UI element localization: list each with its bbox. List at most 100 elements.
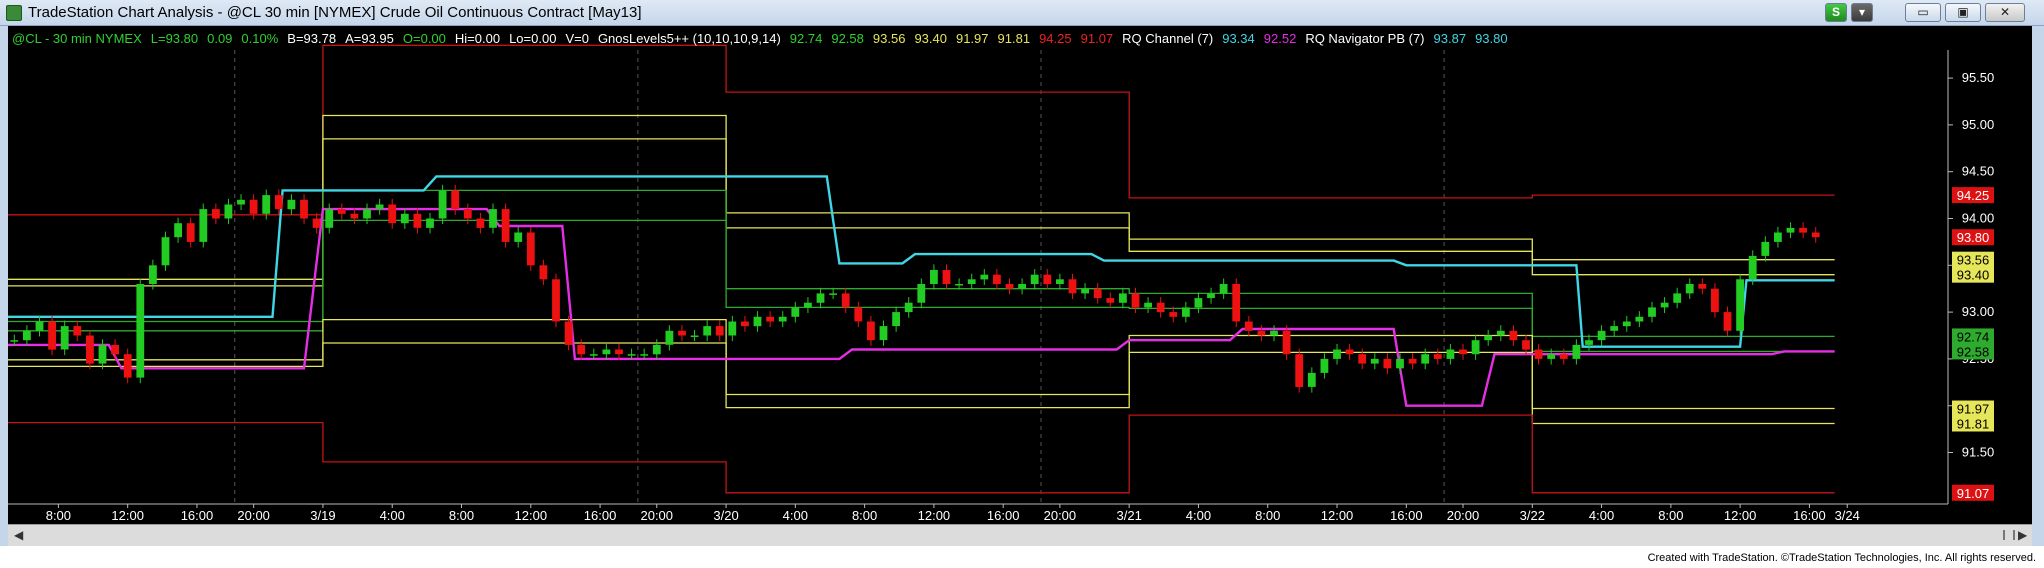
candle-body [1219, 284, 1228, 294]
candle-body [489, 209, 497, 228]
candle-body [1345, 349, 1354, 355]
candle-body [741, 321, 749, 327]
candle-body [892, 312, 900, 327]
info-item: L=93.80 [151, 31, 198, 46]
price-tag-label: 91.97 [1957, 402, 1990, 417]
candle-body [879, 326, 888, 341]
candle-body [1131, 293, 1140, 308]
candle-body [1786, 227, 1795, 233]
candle-body [337, 209, 346, 214]
candle-body [1723, 312, 1732, 331]
candle-body [993, 274, 1001, 285]
info-item: @CL - 30 min NYMEX [12, 31, 142, 46]
minimize-icon[interactable]: ▭ [1905, 3, 1941, 22]
candle-body [1459, 349, 1467, 355]
candle-body [930, 270, 938, 284]
candle-body [1736, 279, 1744, 331]
candle-body [1660, 302, 1669, 308]
info-item: GnosLevels5++ (10,10,10,9,14) [598, 31, 781, 46]
candle-body [1635, 316, 1644, 322]
candle-body [426, 218, 434, 228]
x-tick-label: 8:00 [449, 508, 474, 523]
candle-body [1005, 284, 1014, 289]
candle-body [804, 302, 812, 308]
candle-body [363, 209, 371, 219]
candle-body [300, 199, 308, 219]
candle-body [350, 213, 359, 219]
price-tag-label: 93.56 [1957, 253, 1990, 268]
price-tag-label: 94.25 [1957, 188, 1990, 203]
candle-body [1144, 302, 1152, 308]
price-tag-label: 93.80 [1957, 230, 1990, 245]
candle-body [728, 321, 737, 336]
candle-body [791, 307, 800, 317]
candle-body [841, 293, 850, 308]
y-tick-label: 94.00 [1962, 210, 1995, 225]
candle-body [136, 284, 145, 378]
candle-body [1433, 354, 1442, 359]
candle-body [413, 213, 422, 228]
info-item: 91.07 [1081, 31, 1114, 46]
candle-body [1471, 340, 1480, 355]
candle-body [854, 307, 863, 322]
chart-area[interactable]: 95.5095.0094.5094.0093.5093.0092.5092.00… [8, 26, 2032, 524]
candle-body [1711, 288, 1719, 313]
candle-body [73, 326, 82, 336]
x-tick-label: 12:00 [1321, 508, 1354, 523]
footer-copyright: Created with TradeStation. ©TradeStation… [1647, 552, 2036, 564]
x-tick-label: 3/21 [1117, 508, 1142, 523]
x-tick-label: 16:00 [1390, 508, 1423, 523]
horizontal-scrollbar[interactable]: ◀ ▶ [8, 524, 2032, 546]
candle-body [602, 349, 611, 355]
candle-body [388, 204, 397, 224]
scroll-left-icon[interactable]: ◀ [14, 528, 23, 542]
candle-body [1282, 330, 1291, 355]
candle-body [980, 274, 989, 280]
candle-body [1622, 321, 1631, 327]
candle-body [1484, 335, 1493, 341]
candle-body [1056, 279, 1064, 284]
scroll-right-icon[interactable]: ▶ [2018, 528, 2027, 542]
candle-body [1295, 354, 1304, 387]
price-tag-label: 92.58 [1957, 344, 1990, 359]
candle-body [1358, 354, 1367, 364]
strategy-s-button[interactable]: S [1825, 3, 1847, 22]
candle-body [224, 204, 233, 219]
candle-body [917, 284, 926, 303]
title-bar: TradeStation Chart Analysis - @CL 30 min… [0, 0, 2044, 26]
candle-body [325, 209, 334, 228]
candle-body [274, 195, 283, 210]
x-tick-label: 12:00 [111, 508, 144, 523]
candle-body [1610, 326, 1619, 331]
candle-body [1081, 288, 1089, 294]
candle-body [23, 330, 31, 341]
candle-body [98, 344, 107, 364]
candle-body [1232, 284, 1241, 322]
candle-body [627, 354, 636, 356]
candle-body [1207, 293, 1215, 299]
info-item: O=0.00 [403, 31, 446, 46]
x-tick-label: 4:00 [783, 508, 808, 523]
candle-body [1547, 354, 1556, 359]
candle-body [552, 279, 560, 322]
maximize-icon[interactable]: ▣ [1945, 3, 1981, 22]
candle-body [476, 218, 485, 228]
candle-body [753, 316, 762, 327]
candle-body [60, 326, 69, 350]
candle-body [1018, 284, 1026, 289]
candle-body [212, 209, 220, 219]
window-frame-left [0, 26, 8, 546]
candle-body [1257, 330, 1266, 336]
candle-body [312, 218, 321, 228]
candle-body [1748, 255, 1757, 280]
window-menu-icon[interactable]: ▾ [1851, 3, 1873, 22]
price-tag-label: 92.74 [1957, 329, 1990, 344]
price-chart[interactable]: 95.5095.0094.5094.0093.5093.0092.5092.00… [8, 26, 2032, 524]
info-item: Hi=0.00 [455, 31, 500, 46]
candle-body [1648, 307, 1656, 317]
price-tag-label: 91.81 [1957, 416, 1990, 431]
scroll-grip-icon[interactable] [2003, 530, 2015, 540]
x-tick-label: 8:00 [46, 508, 71, 523]
y-tick-label: 95.00 [1962, 117, 1995, 132]
close-icon[interactable]: ✕ [1985, 3, 2025, 22]
